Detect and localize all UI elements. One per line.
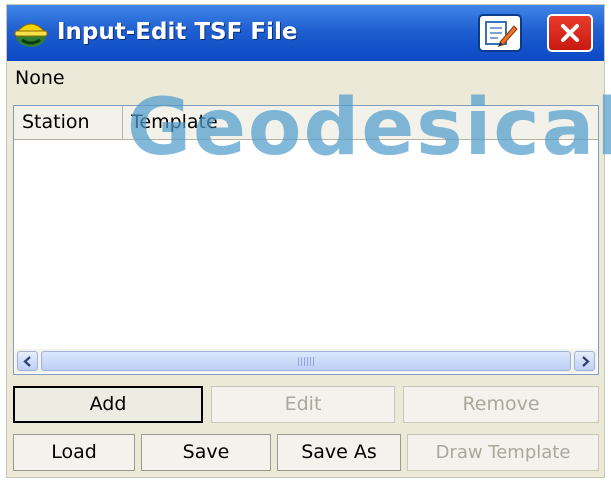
scroll-left-button[interactable] bbox=[17, 351, 38, 371]
load-button[interactable]: Load bbox=[13, 434, 135, 471]
horizontal-scrollbar[interactable] bbox=[15, 349, 597, 373]
column-header-station[interactable]: Station bbox=[14, 106, 123, 139]
station-template-list[interactable]: Station Template bbox=[13, 105, 599, 375]
close-button[interactable] bbox=[547, 14, 593, 52]
draw-template-button[interactable]: Draw Template bbox=[407, 434, 599, 471]
add-button[interactable]: Add bbox=[13, 386, 203, 423]
edit-mode-button[interactable] bbox=[478, 14, 522, 52]
title-bar: Input-Edit TSF File bbox=[7, 5, 604, 61]
edit-button[interactable]: Edit bbox=[211, 386, 395, 423]
save-button[interactable]: Save bbox=[141, 434, 271, 471]
window-title: Input-Edit TSF File bbox=[57, 19, 298, 45]
column-header-template[interactable]: Template bbox=[123, 106, 293, 139]
scrollbar-thumb[interactable] bbox=[41, 351, 571, 371]
save-as-button[interactable]: Save As bbox=[277, 434, 401, 471]
app-window: Input-Edit TSF File None Geodesical Stat… bbox=[6, 4, 611, 478]
scroll-right-button[interactable] bbox=[574, 351, 595, 371]
helmet-icon bbox=[12, 14, 50, 52]
remove-button[interactable]: Remove bbox=[403, 386, 599, 423]
file-name-label: None bbox=[15, 67, 65, 89]
thumb-grip bbox=[298, 357, 316, 366]
list-header: Station Template bbox=[14, 106, 598, 140]
